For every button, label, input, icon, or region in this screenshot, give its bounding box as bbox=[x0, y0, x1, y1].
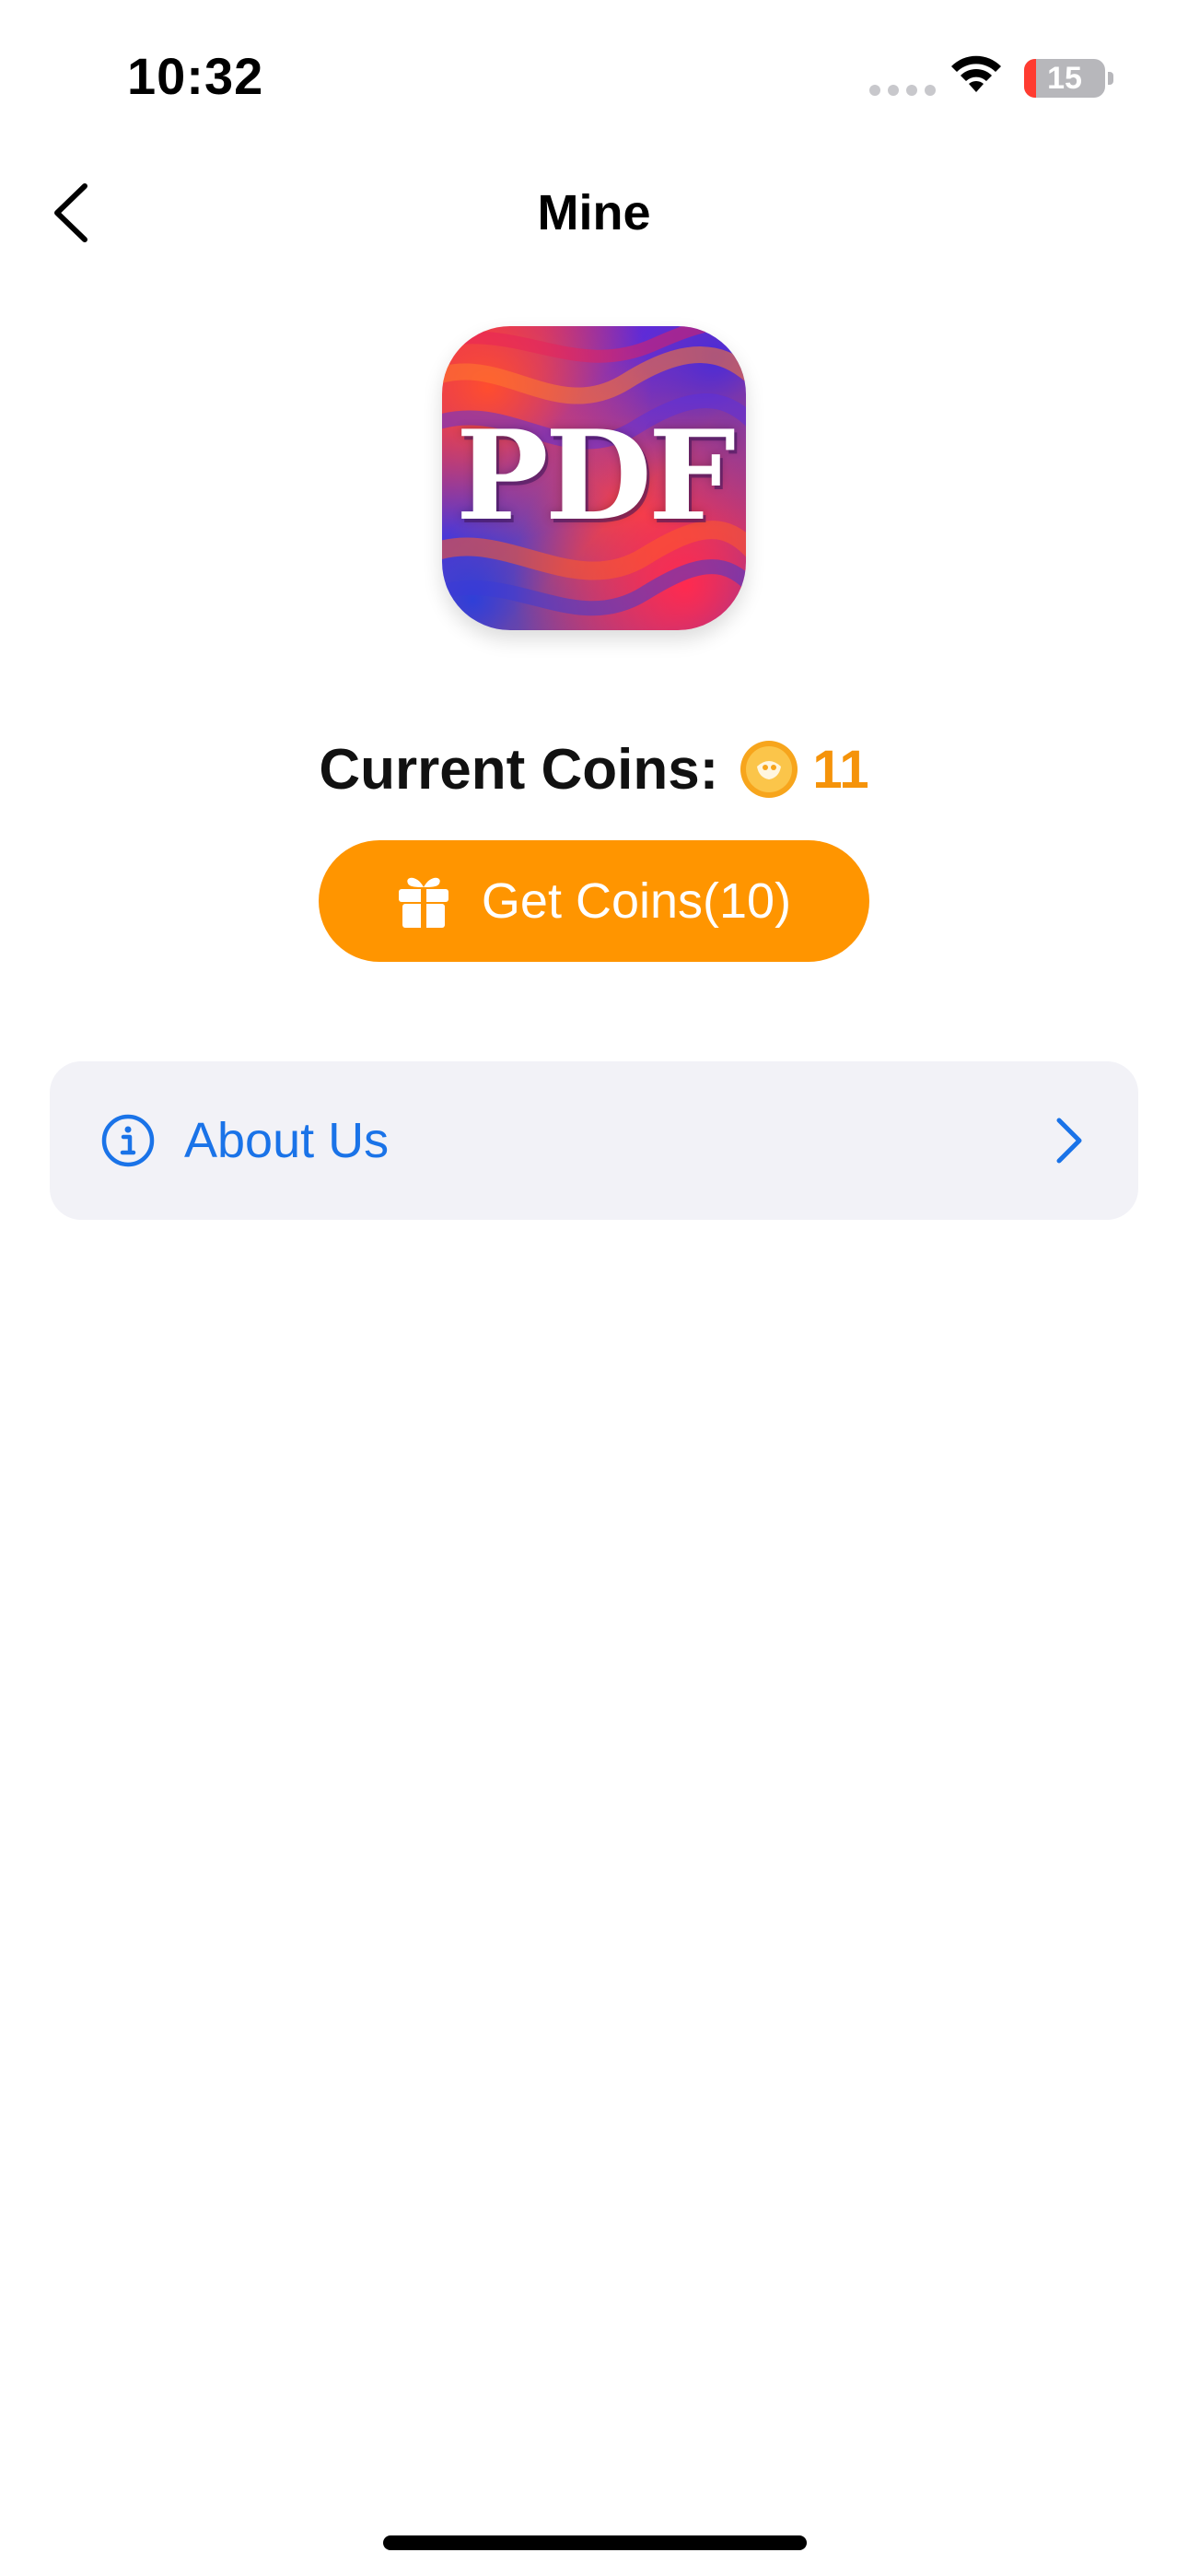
page-title: Mine bbox=[537, 185, 651, 240]
current-coins-value: 11 bbox=[812, 739, 869, 800]
cellular-signal-icon bbox=[869, 85, 936, 96]
current-coins-row: Current Coins: 11 bbox=[0, 728, 1188, 811]
app-logo-text: PDF bbox=[455, 403, 736, 548]
get-coins-button[interactable]: Get Coins(10) bbox=[319, 840, 869, 962]
status-bar: 10:32 15 bbox=[0, 0, 1188, 157]
battery-level: 15 bbox=[1047, 61, 1082, 96]
battery-cap bbox=[1108, 72, 1113, 85]
wifi-icon bbox=[951, 55, 1001, 92]
current-coins-label: Current Coins: bbox=[319, 737, 719, 802]
about-us-label: About Us bbox=[184, 1113, 390, 1168]
info-icon bbox=[101, 1114, 155, 1167]
get-coins-label: Get Coins(10) bbox=[481, 873, 792, 929]
about-us-row[interactable]: About Us bbox=[50, 1061, 1138, 1220]
coin-icon bbox=[740, 741, 798, 798]
home-indicator bbox=[383, 2535, 807, 2550]
settings-list: About Us bbox=[50, 1061, 1138, 1220]
gift-icon bbox=[398, 877, 448, 928]
status-time: 10:32 bbox=[127, 47, 264, 105]
battery-icon: 15 bbox=[1024, 59, 1105, 98]
app-logo: PDF bbox=[442, 326, 746, 630]
chevron-right-icon bbox=[1056, 1118, 1082, 1164]
